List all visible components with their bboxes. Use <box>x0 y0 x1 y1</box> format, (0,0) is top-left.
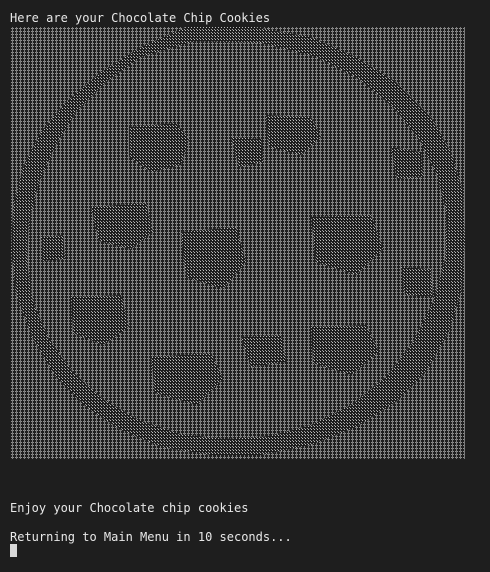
terminal-window: Here are your Chocolate Chip Cookies Enj… <box>0 0 490 572</box>
enjoy-message: Enjoy your Chocolate chip cookies <box>10 501 249 515</box>
returning-message: Returning to Main Menu in 10 seconds... <box>10 530 292 544</box>
title-line: Here are your Chocolate Chip Cookies <box>10 11 271 25</box>
ascii-cookie-art <box>11 27 465 459</box>
terminal-cursor[interactable] <box>10 544 17 557</box>
